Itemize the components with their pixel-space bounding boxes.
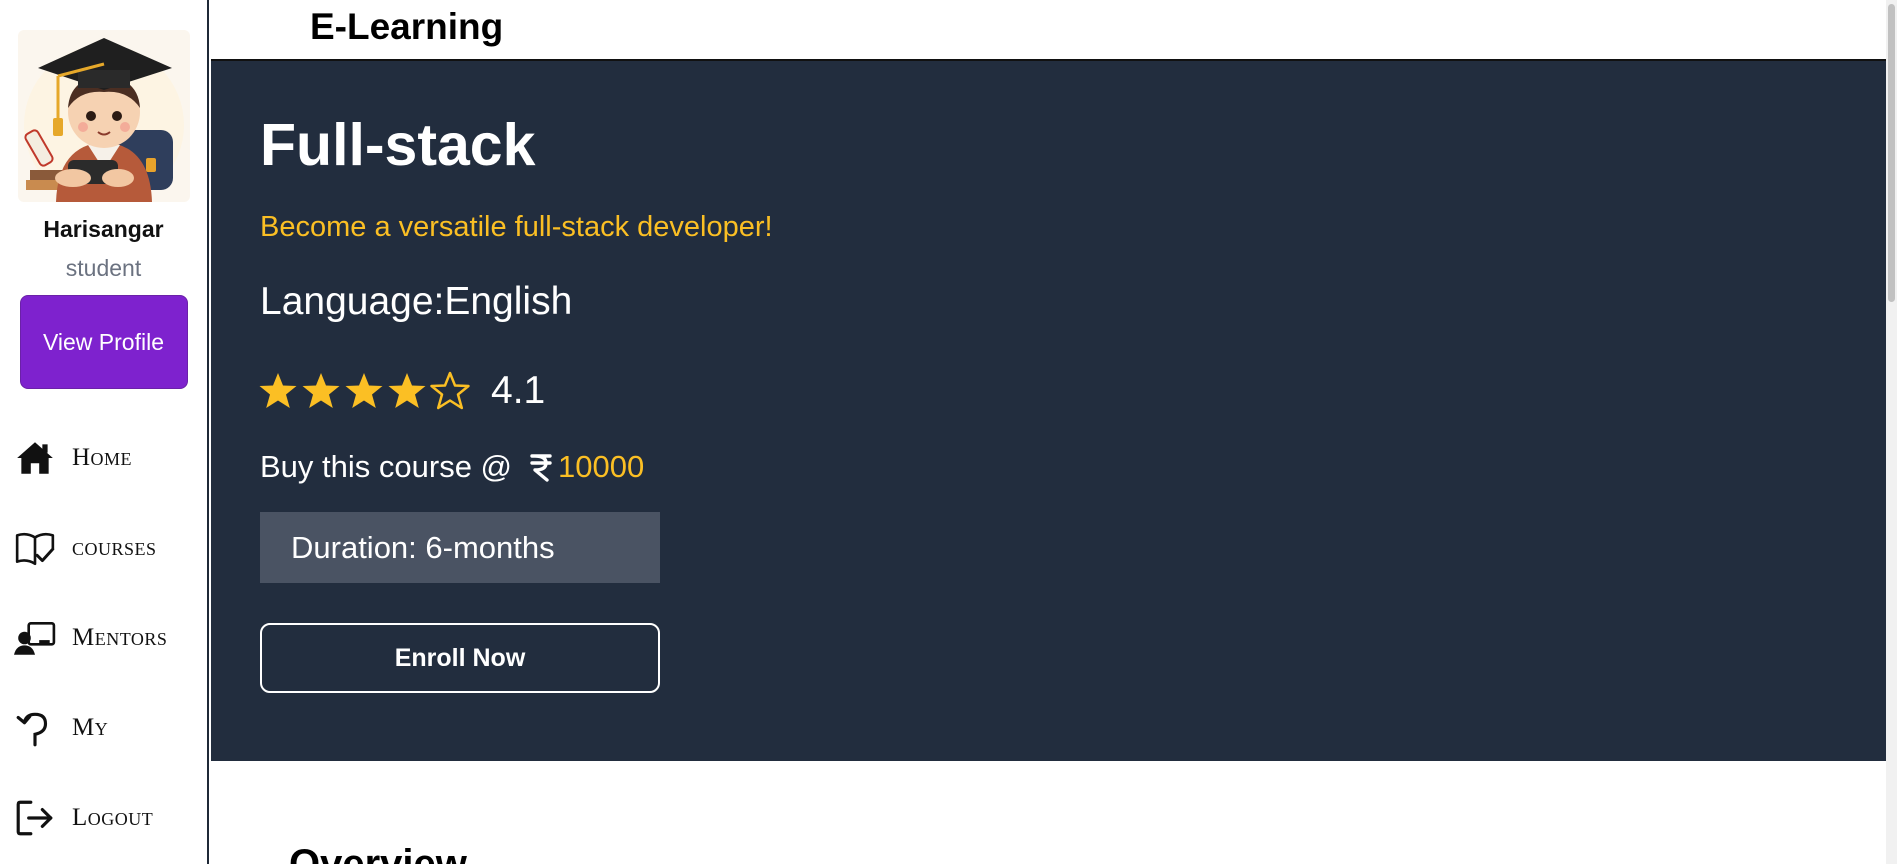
rupee-icon xyxy=(530,454,552,482)
star-filled-icon xyxy=(345,373,383,408)
star-filled-icon xyxy=(259,373,297,408)
language-value: English xyxy=(444,280,573,323)
sidebar-nav: Home courses Mentors My Logout xyxy=(0,413,207,863)
home-icon xyxy=(17,442,53,474)
star-filled-icon xyxy=(388,373,426,408)
mentor-icon xyxy=(14,621,56,655)
enroll-now-button[interactable]: Enroll Now xyxy=(260,623,660,693)
sidebar-item-logout[interactable]: Logout xyxy=(0,773,207,863)
course-language: Language:English xyxy=(260,280,572,324)
course-hero: Full-stack Become a versatile full-stack… xyxy=(211,61,1887,761)
sidebar-item-label: My xyxy=(72,714,109,741)
course-title: Full-stack xyxy=(260,112,536,178)
language-label: Language: xyxy=(260,280,445,323)
sidebar-item-my[interactable]: My xyxy=(0,683,207,773)
overview-heading: Overview xyxy=(289,842,467,864)
course-tagline: Become a versatile full-stack developer! xyxy=(260,211,773,243)
rating-value: 4.1 xyxy=(491,369,546,412)
sidebar-item-label: courses xyxy=(72,534,157,561)
sidebar-item-courses[interactable]: courses xyxy=(0,503,207,593)
page-scrollbar[interactable] xyxy=(1886,0,1897,864)
price-value: 10000 xyxy=(558,449,645,484)
sidebar-item-mentors[interactable]: Mentors xyxy=(0,593,207,683)
avatar xyxy=(17,30,190,202)
user-name: Harisangar xyxy=(43,216,164,242)
sidebar-item-label: Logout xyxy=(72,804,154,831)
view-profile-button[interactable]: View Profile xyxy=(19,295,188,389)
sidebar-item-home[interactable]: Home xyxy=(0,413,207,503)
top-header: E-Learning xyxy=(211,0,1886,61)
back-arrow-icon xyxy=(16,712,48,747)
logout-icon xyxy=(16,800,53,836)
student-avatar-illustration xyxy=(23,38,184,202)
book-check-icon xyxy=(15,532,55,566)
brand-title: E-Learning xyxy=(310,6,504,47)
sidebar-item-label: Mentors xyxy=(72,624,168,651)
rating-stars xyxy=(258,371,473,411)
scrollbar-thumb[interactable] xyxy=(1888,4,1895,302)
duration-badge: Duration: 6-months xyxy=(260,512,660,583)
star-filled-icon xyxy=(302,373,340,408)
price-line: Buy this course @ 10000 xyxy=(260,449,644,485)
price-prefix: Buy this course @ xyxy=(260,449,513,484)
sidebar: Harisangar student View Profile Home cou… xyxy=(0,0,209,864)
star-empty-icon xyxy=(430,371,470,410)
user-role: student xyxy=(65,255,142,281)
course-rating: 4.1 xyxy=(258,369,545,413)
sidebar-item-label: Home xyxy=(72,444,133,471)
